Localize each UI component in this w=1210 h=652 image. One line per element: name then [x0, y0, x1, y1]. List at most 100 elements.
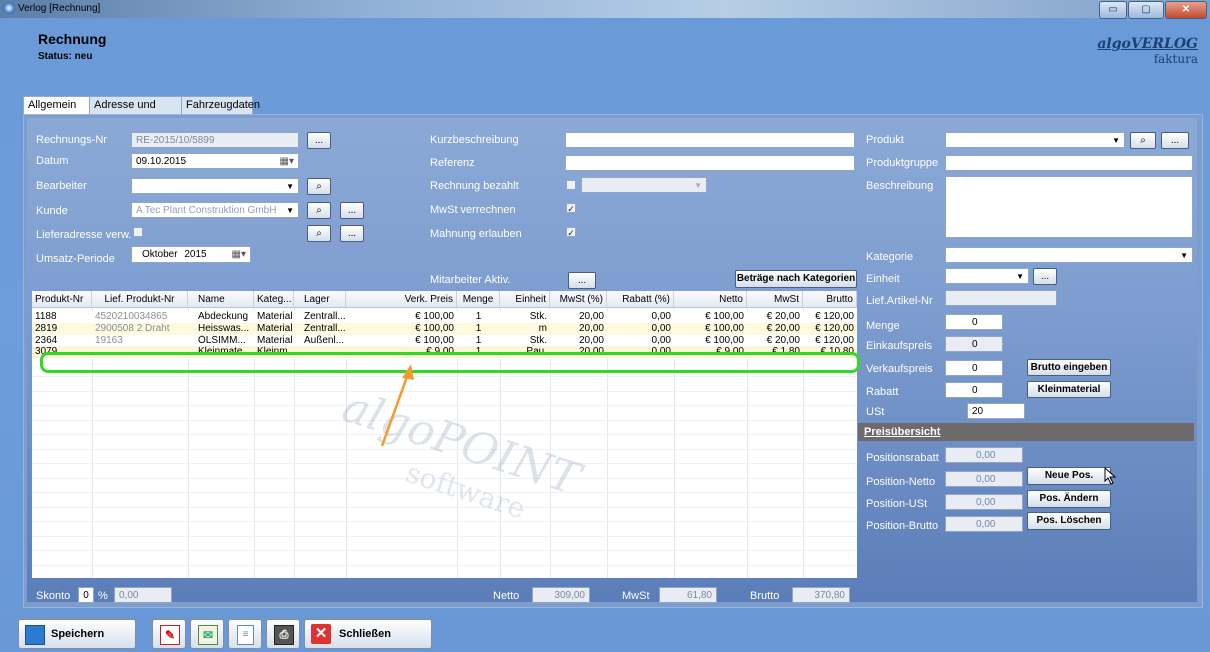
datum-field[interactable]: 09.10.2015 ▦▾	[131, 153, 299, 169]
position-aendern-button[interactable]: Pos. Ändern	[1027, 490, 1111, 508]
kleinmaterial-button[interactable]: Kleinmaterial	[1027, 381, 1111, 398]
calendar-icon[interactable]: ▦▾	[280, 154, 294, 168]
close-window-button[interactable]: ✕	[1165, 1, 1207, 19]
window-title: Verlog [Rechnung]	[18, 3, 101, 14]
kunde-picker-button[interactable]: ...	[340, 202, 364, 219]
col-header-name[interactable]: Name	[188, 291, 254, 308]
close-label: Schließen	[339, 628, 391, 640]
betraege-kategorien-button[interactable]: Beträge nach Kategorien	[735, 270, 857, 288]
brutto-total-label: Brutto	[750, 590, 780, 602]
print-button[interactable]: ⎙	[266, 619, 300, 649]
table-cell: Zentrall...	[304, 311, 346, 322]
position-netto-field: 0,00	[945, 471, 1023, 487]
datum-label: Datum	[36, 155, 69, 167]
bezahlt-label: Rechnung bezahlt	[430, 180, 519, 192]
col-header-mwst[interactable]: MwSt	[747, 291, 803, 308]
col-header-mwst-pct[interactable]: MwSt (%)	[550, 291, 607, 308]
col-header-einheit[interactable]: Einheit	[500, 291, 550, 308]
neue-position-button[interactable]: Neue Pos.	[1027, 467, 1111, 485]
tab-fahrzeugdaten[interactable]: Fahrzeugdaten	[181, 96, 260, 114]
col-header-produktnr[interactable]: Produkt-Nr	[32, 291, 92, 308]
lief-artikelnr-field[interactable]	[945, 290, 1057, 306]
kunde-select[interactable]: A Tec Plant Construktion GmbH ▼	[131, 202, 299, 218]
produkt-picker-button[interactable]: ...	[1161, 132, 1189, 149]
tab-adresse-texte[interactable]: Adresse und Texte	[89, 96, 189, 128]
bearbeiter-select[interactable]: ▼	[131, 178, 299, 194]
bezahlt-checkbox[interactable]	[566, 180, 576, 190]
produktgruppe-field[interactable]	[945, 155, 1193, 171]
minimize-button[interactable]: ▭	[1099, 1, 1127, 19]
positions-table[interactable]: Produkt-Nr Lief. Produkt-Nr Name Kateg..…	[32, 291, 857, 578]
col-header-netto[interactable]: Netto	[674, 291, 747, 308]
skonto-field[interactable]: 0	[78, 587, 94, 603]
mitarbeiter-button[interactable]: ...	[568, 272, 596, 289]
rechnungsnr-field[interactable]: RE-2015/10/5899	[131, 132, 299, 148]
table-row[interactable]: 1188 4520210034865 Abdeckung Material Zentra…	[32, 311, 857, 323]
referenz-field[interactable]	[565, 155, 855, 171]
col-header-brutto[interactable]: Brutto	[803, 291, 857, 308]
table-cell: 2819	[35, 323, 58, 334]
pdf-icon: ✎	[160, 625, 180, 645]
close-button[interactable]: ✕ Schließen	[304, 619, 432, 649]
skonto-pct: %	[98, 590, 108, 602]
verkaufspreis-field[interactable]: 0	[945, 360, 1003, 376]
table-row[interactable]: 2819 2900508 2 Draht Heisswas... Material Ze…	[32, 323, 857, 335]
rechnungsnr-picker-button[interactable]: ...	[307, 132, 331, 149]
produkt-select[interactable]: ▼	[945, 132, 1125, 148]
table-cell: Zentrall...	[304, 323, 346, 334]
lieferadresse-label: Lieferadresse verw.	[36, 229, 132, 241]
col-header-lief-produktnr[interactable]: Lief. Produkt-Nr	[92, 291, 188, 308]
ust-field[interactable]: 20	[967, 403, 1025, 419]
grid-line	[32, 405, 857, 406]
einkaufspreis-label: Einkaufspreis	[866, 340, 933, 352]
referenz-label: Referenz	[430, 157, 475, 169]
col-header-menge[interactable]: Menge	[457, 291, 500, 308]
umsatz-monat: Oktober	[142, 249, 178, 260]
col-header-rabatt-pct[interactable]: Rabatt (%)	[607, 291, 674, 308]
bearbeiter-search-button[interactable]: ⌕	[307, 178, 331, 195]
menge-field[interactable]: 0	[945, 314, 1003, 330]
beschreibung-textarea[interactable]	[945, 176, 1193, 238]
produkt-search-button[interactable]: ⌕	[1130, 132, 1156, 149]
einheit-select[interactable]: ▼	[945, 268, 1029, 284]
skonto-label: Skonto	[36, 590, 71, 602]
position-loeschen-button[interactable]: Pos. Löschen	[1027, 512, 1111, 530]
einheit-picker-button[interactable]: ...	[1033, 268, 1057, 285]
rabatt-field[interactable]: 0	[945, 382, 1003, 398]
document-button[interactable]: ≡	[228, 619, 262, 649]
brutto-total: 370,80	[792, 587, 850, 603]
col-header-verkpreis[interactable]: Verk. Preis	[346, 291, 457, 308]
calendar-icon[interactable]: ▦▾	[232, 247, 246, 262]
pdf-button[interactable]: ✎	[152, 619, 186, 649]
table-cell: 2900508 2 Draht	[95, 323, 170, 334]
kunde-search-button[interactable]: ⌕	[307, 202, 331, 219]
table-cell: € 100,00	[705, 311, 744, 322]
datum-value: 09.10.2015	[136, 156, 187, 167]
brutto-eingeben-button[interactable]: Brutto eingeben	[1027, 359, 1111, 376]
umsatz-periode-field[interactable]: Oktober 2015 ▦▾	[131, 246, 251, 263]
bearbeiter-label: Bearbeiter	[36, 180, 87, 192]
netto-total-label: Netto	[493, 590, 520, 602]
mwst-verrechnen-checkbox[interactable]: ✓	[566, 203, 576, 214]
tab-allgemein[interactable]: Allgemein	[23, 96, 97, 115]
email-button[interactable]: ✉	[190, 619, 224, 649]
kurzbeschreibung-field[interactable]	[565, 132, 855, 148]
table-cell: 20,00	[578, 311, 604, 322]
kategorie-select[interactable]: ▼	[945, 247, 1193, 263]
mahnung-checkbox[interactable]: ✓	[566, 227, 576, 238]
bezahlt-select[interactable]: ▼	[581, 177, 707, 193]
kategorie-label: Kategorie	[866, 251, 914, 263]
lieferadresse-picker-button[interactable]: ...	[340, 225, 364, 242]
einkaufspreis-field[interactable]: 0	[945, 336, 1003, 352]
kunde-value: A Tec Plant Construktion GmbH	[136, 205, 277, 216]
position-brutto-label: Position-Brutto	[866, 520, 939, 532]
lieferadresse-checkbox[interactable]	[133, 227, 143, 237]
maximize-button[interactable]: ▢	[1128, 1, 1164, 19]
table-cell: € 20,00	[766, 311, 800, 322]
lieferadresse-search-button[interactable]: ⌕	[307, 225, 331, 242]
col-header-lager[interactable]: Lager	[294, 291, 346, 308]
save-button[interactable]: Speichern	[18, 619, 136, 649]
col-header-kategorie[interactable]: Kateg...	[254, 291, 294, 308]
printer-icon: ⎙	[274, 625, 294, 645]
chevron-down-icon: ▼	[694, 181, 702, 190]
